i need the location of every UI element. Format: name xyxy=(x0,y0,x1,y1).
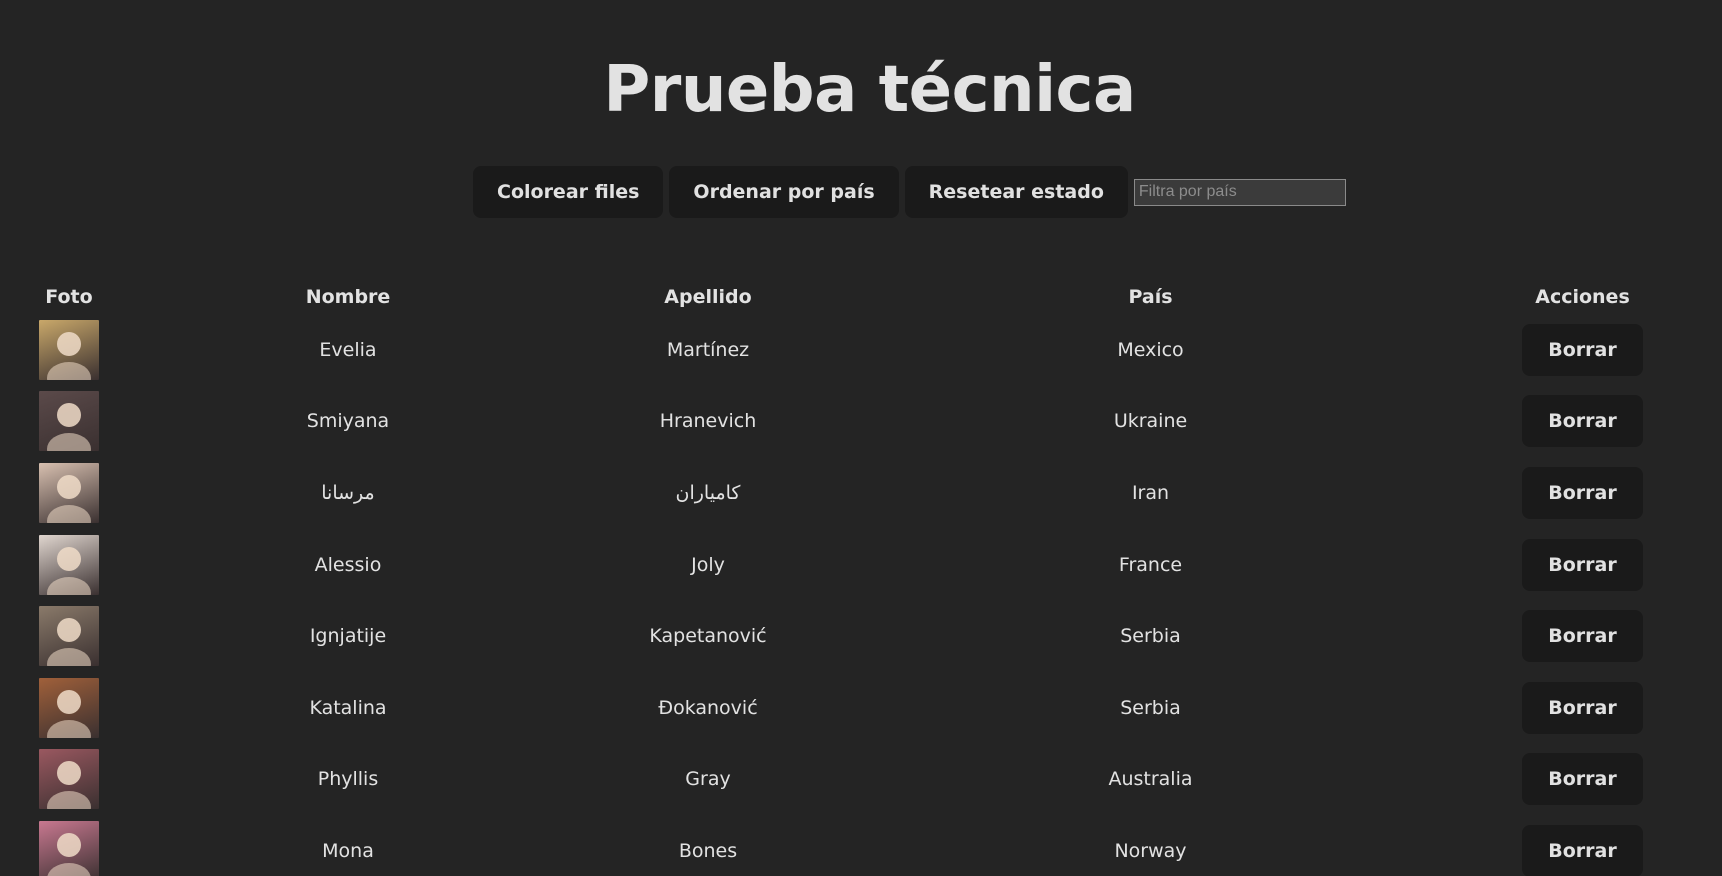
actions-cell: Borrar xyxy=(1443,386,1722,458)
last-name-cell: Hranevich xyxy=(659,410,757,433)
table-row: Katalina Đokanović Serbia Borrar xyxy=(0,672,1722,744)
table-row: Ignjatije Kapetanović Serbia Borrar xyxy=(0,600,1722,672)
first-name-cell: Phyllis xyxy=(317,768,379,791)
last-name-cell: Martínez xyxy=(666,338,750,361)
country-cell: Iran xyxy=(1131,481,1170,504)
user-avatar-icon xyxy=(47,832,91,876)
photo-cell xyxy=(0,386,138,458)
toolbar: Colorear files Ordenar por país Resetear… xyxy=(473,166,1346,218)
sort-by-country-button[interactable]: Ordenar por país xyxy=(669,166,899,218)
photo-cell xyxy=(0,314,138,386)
user-photo xyxy=(39,749,99,810)
last-name-cell: Kapetanović xyxy=(649,625,767,648)
user-avatar-icon xyxy=(47,474,91,523)
country-cell: Ukraine xyxy=(1113,410,1188,433)
first-name-cell: Katalina xyxy=(309,696,387,719)
user-photo xyxy=(39,534,99,595)
delete-button[interactable]: Borrar xyxy=(1522,681,1643,734)
page-title: Prueba técnica xyxy=(603,53,1136,127)
table-row: Mona Bones Norway Borrar xyxy=(0,815,1722,876)
header-actions: Acciones xyxy=(1535,286,1630,308)
user-avatar-icon xyxy=(47,618,91,667)
delete-button[interactable]: Borrar xyxy=(1522,610,1643,663)
delete-button[interactable]: Borrar xyxy=(1522,466,1643,519)
last-name-cell: Gray xyxy=(685,768,731,791)
header-last-name: Apellido xyxy=(664,286,752,308)
table-row: Evelia Martínez Mexico Borrar xyxy=(0,314,1722,386)
photo-cell xyxy=(0,815,138,876)
user-photo xyxy=(39,319,99,380)
reset-state-button[interactable]: Resetear estado xyxy=(904,166,1128,218)
country-filter-input[interactable] xyxy=(1133,178,1346,206)
actions-cell: Borrar xyxy=(1443,314,1722,386)
country-cell: Norway xyxy=(1114,839,1187,862)
first-name-cell: مرسانا xyxy=(321,481,375,504)
photo-cell xyxy=(0,529,138,601)
header-first-name: Nombre xyxy=(305,286,391,308)
table-body: Evelia Martínez Mexico Borrar Smiyana Hranevi… xyxy=(0,314,1722,876)
user-photo xyxy=(39,462,99,523)
country-cell: Serbia xyxy=(1120,625,1181,648)
delete-button[interactable]: Borrar xyxy=(1522,538,1643,591)
user-photo xyxy=(39,677,99,738)
actions-cell: Borrar xyxy=(1443,457,1722,529)
page: Prueba técnica Colorear files Ordenar po… xyxy=(0,0,1722,876)
user-avatar-icon xyxy=(47,331,91,380)
header-country: País xyxy=(1128,286,1173,308)
table-row: Alessio Joly France Borrar xyxy=(0,529,1722,601)
actions-cell: Borrar xyxy=(1443,744,1722,816)
first-name-cell: Mona xyxy=(322,839,374,862)
last-name-cell: Đokanović xyxy=(658,696,758,719)
delete-button[interactable]: Borrar xyxy=(1522,323,1643,376)
photo-cell xyxy=(0,672,138,744)
first-name-cell: Smiyana xyxy=(306,410,390,433)
user-avatar-icon xyxy=(47,761,91,810)
country-cell: Serbia xyxy=(1120,696,1181,719)
photo-cell xyxy=(0,600,138,672)
delete-button[interactable]: Borrar xyxy=(1522,753,1643,806)
table-row: Phyllis Gray Australia Borrar xyxy=(0,744,1722,816)
user-avatar-icon xyxy=(47,403,91,452)
actions-cell: Borrar xyxy=(1443,600,1722,672)
delete-button[interactable]: Borrar xyxy=(1522,824,1643,876)
user-photo xyxy=(39,606,99,667)
country-cell: Mexico xyxy=(1117,338,1184,361)
last-name-cell: کامیاران xyxy=(675,481,741,504)
last-name-cell: Bones xyxy=(678,839,738,862)
last-name-cell: Joly xyxy=(691,553,725,576)
country-cell: France xyxy=(1118,553,1183,576)
actions-cell: Borrar xyxy=(1443,529,1722,601)
header-photo: Foto xyxy=(45,286,93,308)
delete-button[interactable]: Borrar xyxy=(1522,395,1643,448)
color-rows-button[interactable]: Colorear files xyxy=(473,166,664,218)
user-photo xyxy=(39,820,99,876)
first-name-cell: Alessio xyxy=(314,553,382,576)
user-avatar-icon xyxy=(47,546,91,595)
first-name-cell: Ignjatije xyxy=(309,625,387,648)
user-photo xyxy=(39,391,99,452)
users-table: Foto Nombre Apellido País Acciones Eveli… xyxy=(0,280,1722,876)
actions-cell: Borrar xyxy=(1443,672,1722,744)
country-cell: Australia xyxy=(1108,768,1193,791)
table-row: Smiyana Hranevich Ukraine Borrar xyxy=(0,386,1722,458)
table-header-row: Foto Nombre Apellido País Acciones xyxy=(0,280,1722,314)
photo-cell xyxy=(0,744,138,816)
actions-cell: Borrar xyxy=(1443,815,1722,876)
first-name-cell: Evelia xyxy=(319,338,377,361)
photo-cell xyxy=(0,457,138,529)
table-row: مرسانا کامیاران Iran Borrar xyxy=(0,457,1722,529)
user-avatar-icon xyxy=(47,689,91,738)
